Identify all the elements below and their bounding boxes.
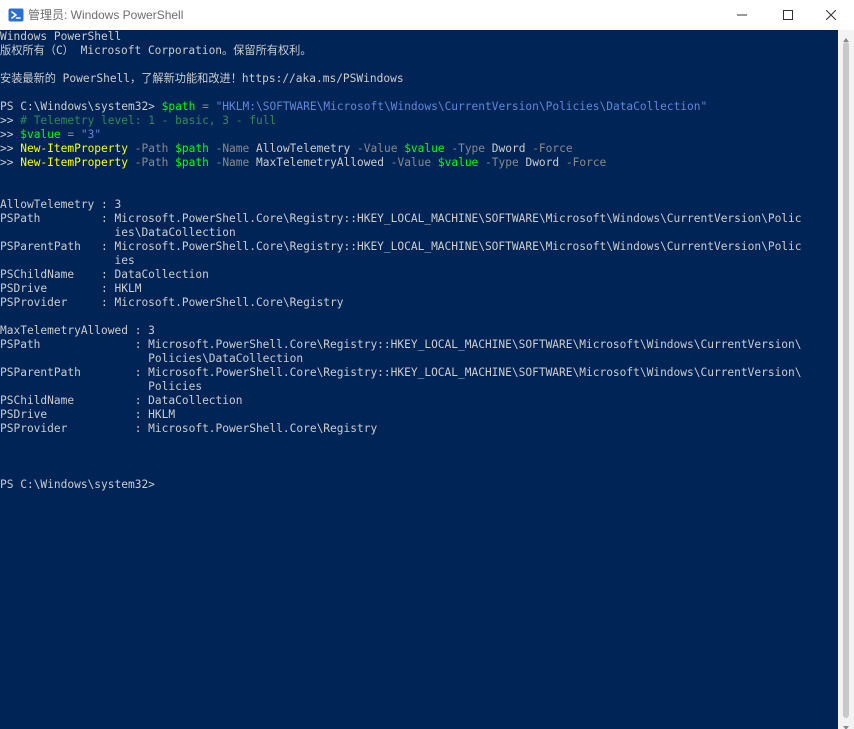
powershell-window: 管理员: Windows PowerShell Windows PowerShe…	[0, 0, 854, 729]
console-lines: Windows PowerShell 版权所有（C） Microsoft Cor…	[0, 30, 838, 492]
parameter-token: -Name	[208, 142, 256, 155]
variable-token: $path	[175, 156, 209, 169]
command-line-max-telemetry: >> New-ItemProperty -Path $path -Name Ma…	[0, 156, 838, 170]
command-line-path: PS C:\Windows\system32> $path = "HKLM:\S…	[0, 100, 838, 114]
variable-token: $path	[175, 142, 209, 155]
current-prompt[interactable]: PS C:\Windows\system32>	[0, 478, 838, 492]
parameter-token: -Path	[128, 156, 176, 169]
parameter-token: -Type	[444, 142, 492, 155]
operator-token: =	[60, 128, 81, 141]
output-line: ies\DataCollection	[0, 226, 236, 239]
output-line: Policies\DataCollection	[0, 352, 304, 365]
argument-token: MaxTelemetryAllowed	[256, 156, 384, 169]
console-line: Windows PowerShell	[0, 30, 122, 43]
operator-token: =	[195, 100, 216, 113]
title-bar[interactable]: 管理员: Windows PowerShell	[0, 0, 854, 30]
output-line: PSParentPath : Microsoft.PowerShell.Core…	[0, 366, 802, 379]
string-token: "HKLM:\SOFTWARE\Microsoft\Windows\Curren…	[215, 100, 708, 113]
continuation-prompt: >>	[0, 142, 21, 155]
console-line: 版权所有（C） Microsoft Corporation。保留所有权利。	[0, 44, 312, 57]
output-line: PSParentPath : Microsoft.PowerShell.Core…	[0, 240, 802, 253]
continuation-prompt: >>	[0, 114, 21, 127]
scrollbar-thumb[interactable]	[843, 42, 849, 718]
maximize-icon	[783, 10, 793, 20]
command-line-allow-telemetry: >> New-ItemProperty -Path $path -Name Al…	[0, 142, 838, 156]
parameter-token: -Name	[208, 156, 256, 169]
window-title: 管理员: Windows PowerShell	[28, 8, 184, 22]
parameter-token: -Force	[525, 142, 573, 155]
output-line: PSPath : Microsoft.PowerShell.Core\Regis…	[0, 338, 802, 351]
output-line: ies	[0, 254, 135, 267]
argument-token: Dword	[525, 156, 560, 169]
scroll-up-icon[interactable]	[842, 31, 850, 42]
parameter-token: -Force	[559, 156, 607, 169]
continuation-prompt: >>	[0, 128, 21, 141]
output-line: PSDrive : HKLM	[0, 408, 176, 421]
close-button[interactable]	[808, 0, 854, 30]
continuation-prompt: >>	[0, 156, 21, 169]
minimize-button[interactable]	[719, 0, 765, 30]
cmdlet-token: New-ItemProperty	[20, 142, 128, 155]
parameter-token: -Path	[128, 142, 176, 155]
argument-token: AllowTelemetry	[256, 142, 351, 155]
parameter-token: -Type	[478, 156, 526, 169]
scroll-down-icon[interactable]	[842, 719, 850, 729]
minimize-icon	[737, 10, 747, 20]
output-line: PSChildName : DataCollection	[0, 268, 209, 281]
parameter-token: -Value	[350, 142, 405, 155]
output-line: PSProvider : Microsoft.PowerShell.Core\R…	[0, 296, 344, 309]
output-line: PSDrive : HKLM	[0, 282, 142, 295]
command-line-comment: >> # Telemetry level: 1 - basic, 3 - ful…	[0, 114, 838, 128]
string-token: "3"	[80, 128, 102, 141]
variable-token: $value	[437, 156, 479, 169]
maximize-button[interactable]	[765, 0, 811, 30]
argument-token: Dword	[491, 142, 526, 155]
console-output[interactable]: Windows PowerShell 版权所有（C） Microsoft Cor…	[0, 30, 838, 729]
comment-token: # Telemetry level: 1 - basic, 3 - full	[20, 114, 277, 127]
variable-token: $value	[404, 142, 445, 155]
console-line: 安装最新的 PowerShell，了解新功能和改进！https://aka.ms…	[0, 72, 404, 85]
cmdlet-token: New-ItemProperty	[20, 156, 128, 169]
output-line: AllowTelemetry : 3	[0, 198, 122, 211]
output-line: PSPath : Microsoft.PowerShell.Core\Regis…	[0, 212, 802, 225]
output-line: PSProvider : Microsoft.PowerShell.Core\R…	[0, 422, 378, 435]
command-line-value: >> $value = "3"	[0, 128, 838, 142]
output-line: Policies	[0, 380, 203, 393]
close-icon	[826, 10, 836, 20]
vertical-scrollbar[interactable]	[838, 30, 854, 729]
prompt: PS C:\Windows\system32>	[0, 100, 162, 113]
powershell-icon	[8, 7, 24, 23]
variable-token: $path	[161, 100, 196, 113]
output-line: PSChildName : DataCollection	[0, 394, 243, 407]
output-line: MaxTelemetryAllowed : 3	[0, 324, 155, 337]
variable-token: $value	[20, 128, 61, 141]
parameter-token: -Value	[383, 156, 438, 169]
